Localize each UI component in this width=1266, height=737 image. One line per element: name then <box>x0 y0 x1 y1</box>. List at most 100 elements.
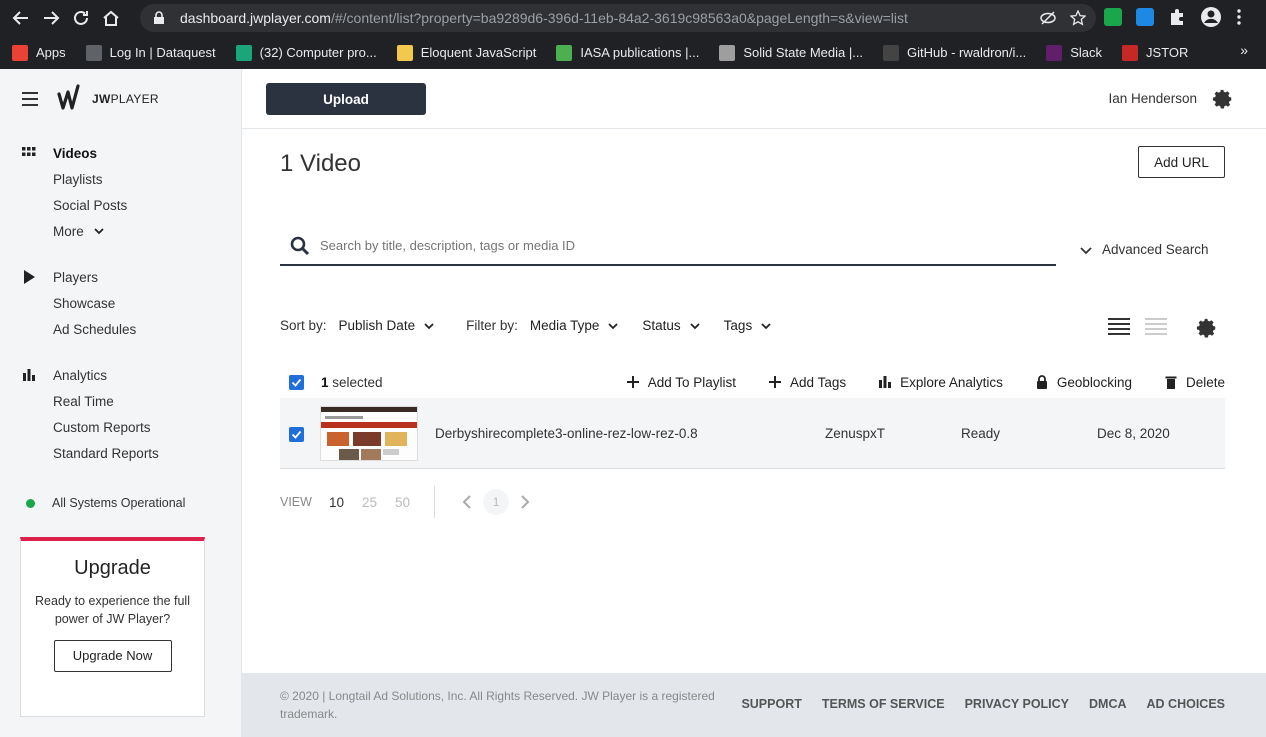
pagination: VIEW 10 25 50 1 <box>280 486 531 518</box>
home-button[interactable] <box>96 3 126 33</box>
url-host: dashboard.jwplayer.com <box>180 10 331 26</box>
footer-link-terms[interactable]: TERMS OF SERVICE <box>822 697 945 711</box>
bookmark-item[interactable]: Apps <box>12 44 66 61</box>
list-view-icon[interactable] <box>1108 317 1130 337</box>
explore-analytics-button[interactable]: Explore Analytics <box>878 375 1003 390</box>
table-settings-gear-icon[interactable] <box>1196 317 1218 339</box>
extensions <box>1104 6 1242 28</box>
address-bar[interactable]: dashboard.jwplayer.com/#/content/list?pr… <box>140 4 1096 32</box>
search-input[interactable] <box>320 238 1020 253</box>
user-name[interactable]: Ian Henderson <box>1108 91 1197 106</box>
back-button[interactable] <box>6 3 36 33</box>
sort-dropdown[interactable]: Publish Date <box>339 318 435 333</box>
add-url-button[interactable]: Add URL <box>1138 146 1225 178</box>
action-label: Explore Analytics <box>900 374 1003 390</box>
system-status[interactable]: All Systems Operational <box>26 496 185 510</box>
bookmark-label: JSTOR <box>1146 45 1189 60</box>
settings-gear-icon[interactable] <box>1212 88 1234 110</box>
lock-icon <box>154 11 164 24</box>
bookmark-item[interactable]: (32) Computer pro... <box>235 44 377 61</box>
page-size-25[interactable]: 25 <box>362 495 377 510</box>
star-icon[interactable] <box>1070 10 1086 26</box>
video-thumbnail[interactable] <box>320 406 418 461</box>
bookmarks-overflow-icon[interactable]: » <box>1240 42 1248 58</box>
footer: © 2020 | Longtail Ad Solutions, Inc. All… <box>242 673 1266 737</box>
filter-tags-dropdown[interactable]: Tags <box>724 318 772 333</box>
footer-link-ad-choices[interactable]: AD CHOICES <box>1147 697 1225 711</box>
advanced-search-toggle[interactable]: Advanced Search <box>1080 242 1209 257</box>
url-text: dashboard.jwplayer.com/#/content/list?pr… <box>180 10 908 26</box>
footer-copyright: © 2020 | Longtail Ad Solutions, Inc. All… <box>280 689 715 721</box>
current-page[interactable]: 1 <box>483 489 510 515</box>
page-size-10[interactable]: 10 <box>329 495 344 510</box>
row-checkbox[interactable] <box>289 427 304 442</box>
checkmark-icon <box>291 430 302 439</box>
sidebar-item-analytics[interactable]: Analytics <box>0 362 242 388</box>
filter-status-dropdown[interactable]: Status <box>642 318 700 333</box>
bookmark-item[interactable]: Log In | Dataquest <box>85 44 216 61</box>
bookmark-item[interactable]: JSTOR <box>1122 44 1189 61</box>
geoblocking-button[interactable]: Geoblocking <box>1035 375 1132 390</box>
bookmark-favicon-icon <box>85 44 102 61</box>
sidebar-item-more[interactable]: More <box>0 218 242 244</box>
eye-off-icon[interactable] <box>1040 10 1056 26</box>
bookmark-item[interactable]: Slack <box>1046 44 1102 61</box>
sidebar-item-players[interactable]: Players <box>0 264 242 290</box>
footer-link-privacy[interactable]: PRIVACY POLICY <box>965 697 1069 711</box>
sidebar: JWPLAYER Videos Playlists Social Posts M… <box>0 69 242 737</box>
filter-label: Filter by: <box>466 318 518 333</box>
sidebar-item-custom-reports[interactable]: Custom Reports <box>0 414 242 440</box>
logo-text-light: PLAYER <box>110 92 159 106</box>
nav-group-players: Players Showcase Ad Schedules <box>0 264 242 342</box>
bookmark-favicon-icon <box>235 44 252 61</box>
bookmark-item[interactable]: IASA publications |... <box>556 44 700 61</box>
puzzle-icon[interactable] <box>1168 8 1186 26</box>
extension-windows-icon[interactable] <box>1136 8 1154 26</box>
sidebar-item-showcase[interactable]: Showcase <box>0 290 242 316</box>
bookmark-item[interactable]: Eloquent JavaScript <box>396 44 536 61</box>
hamburger-menu-icon[interactable] <box>22 92 38 106</box>
profile-avatar-icon[interactable] <box>1200 6 1222 28</box>
reload-button[interactable] <box>66 3 96 33</box>
video-title[interactable]: Derbyshirecomplete3-online-rez-low-rez-0… <box>435 426 698 441</box>
footer-link-support[interactable]: SUPPORT <box>741 697 801 711</box>
sidebar-item-standard-reports[interactable]: Standard Reports <box>0 440 242 466</box>
filter-media-type-dropdown[interactable]: Media Type <box>530 318 619 333</box>
footer-links: SUPPORT TERMS OF SERVICE PRIVACY POLICY … <box>721 697 1225 711</box>
sidebar-item-social-posts[interactable]: Social Posts <box>0 192 242 218</box>
footer-link-dmca[interactable]: DMCA <box>1089 697 1127 711</box>
chevron-down-icon <box>690 322 700 329</box>
bookmark-item[interactable]: Solid State Media |... <box>719 44 863 61</box>
sidebar-item-videos[interactable]: Videos <box>0 140 242 166</box>
upload-button[interactable]: Upload <box>266 83 426 115</box>
top-bar: Upload Ian Henderson <box>242 69 1266 129</box>
add-tags-button[interactable]: Add Tags <box>768 375 846 390</box>
upgrade-now-button[interactable]: Upgrade Now <box>53 640 172 672</box>
bookmark-favicon-icon <box>396 44 413 61</box>
chevron-left-icon[interactable] <box>461 495 473 509</box>
extension-feedly-icon[interactable] <box>1104 8 1122 26</box>
sidebar-item-ad-schedules[interactable]: Ad Schedules <box>0 316 242 342</box>
sidebar-item-playlists[interactable]: Playlists <box>0 166 242 192</box>
page-size-50[interactable]: 50 <box>395 495 410 510</box>
select-all-checkbox[interactable] <box>289 374 304 390</box>
sidebar-item-real-time[interactable]: Real Time <box>0 388 242 414</box>
sort-value: Publish Date <box>338 318 416 333</box>
kebab-menu-icon[interactable] <box>1236 8 1242 26</box>
compact-view-icon[interactable] <box>1145 317 1167 337</box>
bookmark-item[interactable]: GitHub - rwaldron/i... <box>883 44 1026 61</box>
bar-chart-icon <box>23 369 35 381</box>
bookmark-label: IASA publications |... <box>580 45 700 60</box>
action-label: Add Tags <box>790 374 847 390</box>
table-row[interactable]: Derbyshirecomplete3-online-rez-low-rez-0… <box>280 398 1225 469</box>
chevron-right-icon[interactable] <box>519 495 531 509</box>
add-to-playlist-button[interactable]: Add To Playlist <box>626 375 736 390</box>
delete-button[interactable]: Delete <box>1164 375 1225 390</box>
sidebar-item-label: Real Time <box>53 393 114 409</box>
bookmark-label: Apps <box>36 45 66 60</box>
forward-button[interactable] <box>36 3 66 33</box>
selection-count-number: 1 <box>321 374 329 390</box>
jwplayer-logo[interactable]: JWPLAYER <box>56 84 159 114</box>
bookmark-favicon-icon <box>719 44 736 61</box>
sidebar-item-label: Social Posts <box>53 197 128 213</box>
